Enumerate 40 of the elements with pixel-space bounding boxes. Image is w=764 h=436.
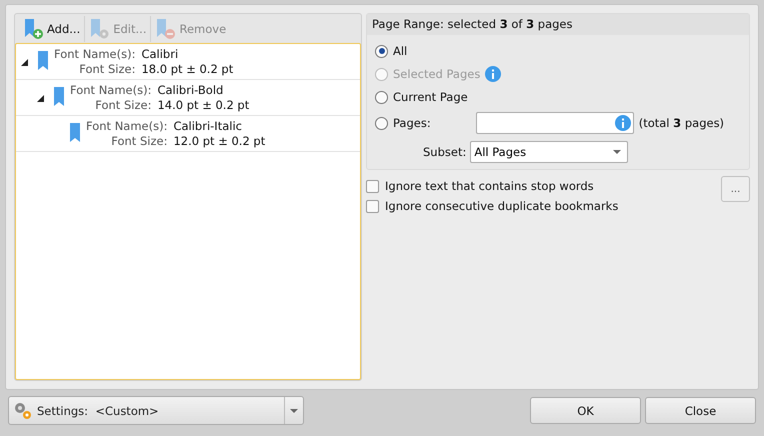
bookmark-icon bbox=[54, 86, 64, 106]
add-button[interactable]: Add... bbox=[19, 16, 86, 42]
subset-dropdown[interactable]: All Pages bbox=[470, 141, 628, 163]
font-size-value: 18.0 pt ± 0.2 pt bbox=[141, 62, 234, 76]
font-name-label: Font Name(s): bbox=[86, 118, 168, 134]
more-button[interactable]: ... bbox=[721, 176, 750, 202]
font-name-label: Font Name(s): bbox=[54, 46, 136, 62]
info-icon bbox=[485, 66, 502, 82]
expanded-arrow-icon[interactable] bbox=[20, 58, 28, 66]
checkbox[interactable] bbox=[366, 180, 379, 192]
subset-label: Subset: bbox=[423, 145, 466, 159]
dialog-button[interactable]: Close bbox=[645, 397, 756, 424]
bookmark-icon bbox=[38, 50, 48, 70]
dialog-button[interactable]: OK bbox=[530, 397, 641, 424]
font-name-value: Calibri-Italic bbox=[173, 118, 243, 134]
info-icon bbox=[614, 115, 631, 131]
bookmark-icon bbox=[70, 122, 80, 142]
settings-dropdown[interactable]: Settings: <Custom> bbox=[8, 396, 304, 425]
checkbox[interactable] bbox=[366, 200, 379, 212]
font-size-value: 14.0 pt ± 0.2 pt bbox=[157, 98, 250, 112]
font-size-value: 12.0 pt ± 0.2 pt bbox=[173, 134, 266, 148]
gears-icon bbox=[13, 400, 33, 420]
group-title: Page Range: selected 3 of 3 pages bbox=[367, 14, 749, 35]
radio-button[interactable]: Pages: bbox=[375, 115, 431, 131]
option-label: Ignore text that contains stop words bbox=[385, 179, 594, 193]
radio-button[interactable]: All bbox=[375, 43, 408, 59]
expanded-arrow-icon[interactable] bbox=[36, 94, 44, 102]
font-name-value: Calibri-Bold bbox=[157, 82, 224, 98]
font-name-value: Calibri bbox=[141, 46, 180, 62]
font-size-label: Font Size: bbox=[110, 134, 168, 148]
radio-button[interactable]: Current Page bbox=[375, 89, 468, 105]
option-label: Ignore consecutive duplicate bookmarks bbox=[385, 199, 618, 213]
total-pages-text: (total 3 pages) bbox=[638, 116, 724, 130]
add-bookmark-icon bbox=[23, 18, 44, 40]
font-name-label: Font Name(s): bbox=[70, 82, 152, 98]
remove-bookmark-icon bbox=[155, 18, 176, 40]
pages-field[interactable] bbox=[476, 112, 634, 134]
font-size-label: Font Size: bbox=[78, 62, 136, 76]
font-size-label: Font Size: bbox=[94, 98, 152, 112]
edit-bookmark-icon bbox=[89, 18, 110, 40]
